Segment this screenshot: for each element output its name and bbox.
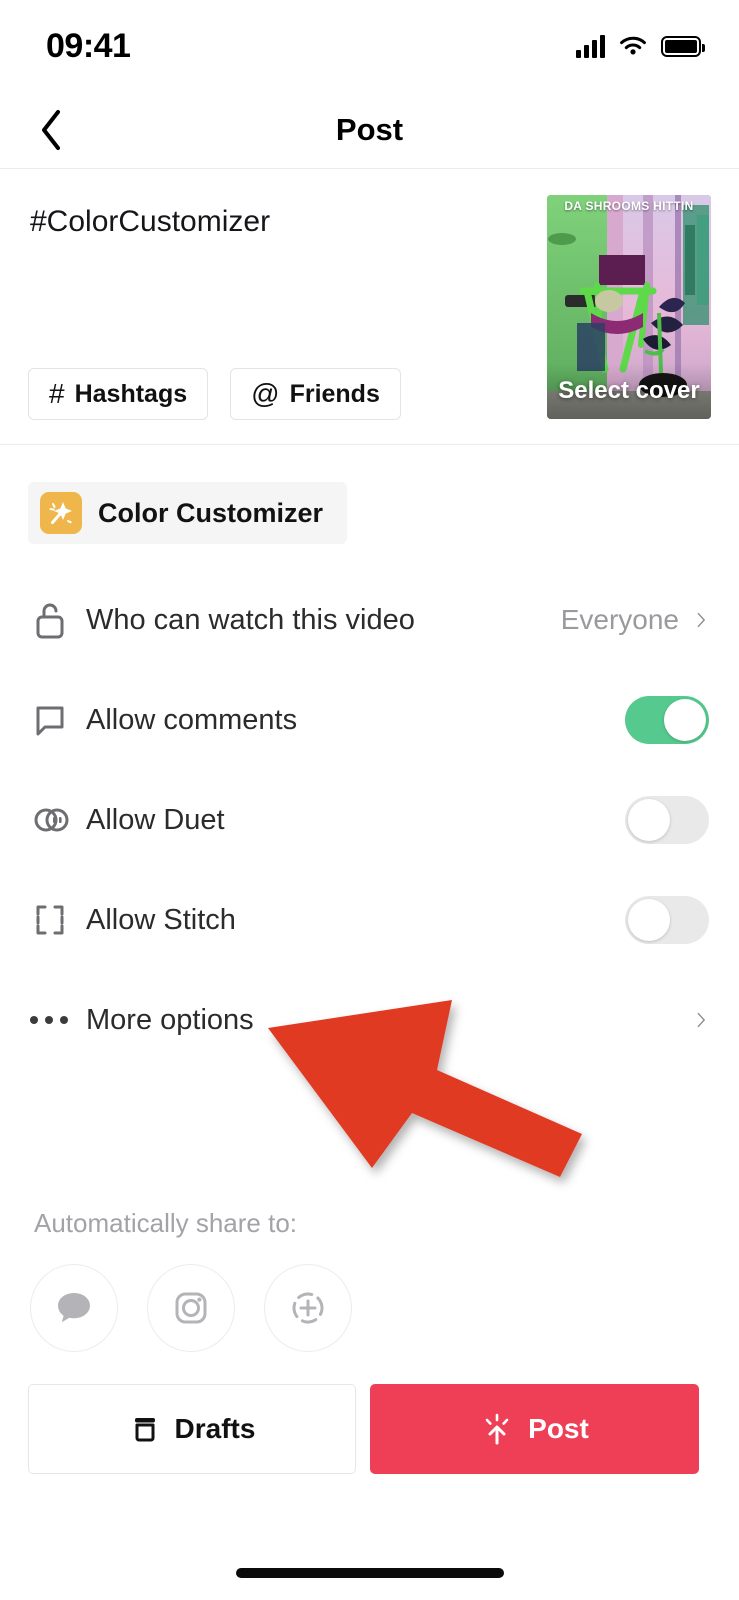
friends-button[interactable]: @ Friends: [230, 368, 401, 420]
settings-list: Who can watch this video Everyone Allow …: [0, 570, 739, 1070]
settings-label-who-can-watch: Who can watch this video: [86, 603, 415, 636]
effect-chip[interactable]: Color Customizer: [28, 482, 348, 544]
stitch-icon: [30, 900, 86, 940]
instagram-icon: [175, 1292, 207, 1324]
header-bar: Post: [0, 92, 739, 169]
toggle-knob: [664, 699, 706, 741]
toggle-knob: [628, 799, 670, 841]
toggle-allow-duet[interactable]: [625, 796, 709, 844]
video-thumbnail[interactable]: DA SHROOMS HITTIN Select cover: [547, 195, 711, 419]
post-button[interactable]: Post: [370, 1384, 699, 1474]
hashtags-button[interactable]: # Hashtags: [28, 368, 209, 420]
hash-icon: #: [49, 378, 65, 409]
status-time: 09:41: [46, 26, 131, 65]
post-screen: 09:41 Post #ColorCustomizer # Hashtags @…: [0, 0, 739, 1600]
post-label: Post: [528, 1413, 589, 1444]
effect-name: Color Customizer: [98, 497, 324, 528]
at-icon: @: [251, 378, 280, 409]
footer-actions: Drafts Post: [0, 1384, 739, 1474]
unlock-icon: [30, 598, 86, 642]
settings-label-allow-comments: Allow comments: [86, 703, 298, 736]
settings-label-allow-stitch: Allow Stitch: [86, 903, 236, 936]
caption-input[interactable]: #ColorCustomizer: [30, 203, 490, 241]
comment-bubble-icon: [30, 700, 86, 740]
thumbnail-overlay-text: DA SHROOMS HITTIN: [564, 199, 694, 213]
cellular-signal-icon: [576, 34, 605, 58]
select-cover-button[interactable]: Select cover: [547, 363, 711, 419]
speech-bubble-filled-icon: [58, 1293, 90, 1323]
settings-label-more-options: More options: [86, 1003, 254, 1036]
settings-row-more-options[interactable]: More options: [0, 970, 739, 1070]
share-messages-button[interactable]: [30, 1264, 118, 1352]
caption-section: #ColorCustomizer # Hashtags @ Friends DA…: [0, 169, 739, 445]
status-indicators: [576, 34, 705, 58]
select-cover-label: Select cover: [558, 377, 700, 404]
friends-label: Friends: [289, 379, 380, 408]
magic-wand-sparkle-icon: [40, 492, 82, 534]
settings-value-who-can-watch: Everyone: [560, 604, 679, 635]
home-indicator: [235, 1568, 504, 1578]
toggle-allow-comments[interactable]: [625, 696, 709, 744]
battery-full-icon: [661, 35, 705, 57]
archive-box-icon: [134, 1418, 155, 1442]
chevron-left-icon: [42, 110, 60, 150]
caption-action-chips: # Hashtags @ Friends: [28, 368, 401, 420]
upload-sparkle-icon: [485, 1413, 509, 1445]
toggle-allow-stitch[interactable]: [625, 896, 709, 944]
page-title: Post: [335, 112, 404, 147]
wifi-icon: [620, 36, 646, 55]
chevron-right-icon: [697, 612, 705, 628]
back-button[interactable]: [28, 107, 74, 153]
drafts-button[interactable]: Drafts: [28, 1384, 356, 1474]
settings-row-allow-comments[interactable]: Allow comments: [0, 670, 739, 770]
dashed-circle-plus-icon: [292, 1292, 324, 1324]
status-bar: 09:41: [0, 0, 739, 92]
settings-row-who-can-watch[interactable]: Who can watch this video Everyone: [0, 570, 739, 670]
share-instagram-button[interactable]: [147, 1264, 235, 1352]
chevron-right-icon: [697, 1012, 705, 1028]
auto-share-label: Automatically share to:: [34, 1208, 298, 1238]
duet-icon: [30, 800, 86, 840]
auto-share-targets: [30, 1264, 352, 1352]
drafts-label: Drafts: [174, 1413, 256, 1444]
settings-label-allow-duet: Allow Duet: [86, 803, 225, 836]
hashtags-label: Hashtags: [74, 379, 188, 408]
settings-row-allow-duet[interactable]: Allow Duet: [0, 770, 739, 870]
share-add-button[interactable]: [264, 1264, 352, 1352]
ellipsis-icon: [30, 1016, 86, 1024]
settings-row-allow-stitch[interactable]: Allow Stitch: [0, 870, 739, 970]
toggle-knob: [628, 899, 670, 941]
